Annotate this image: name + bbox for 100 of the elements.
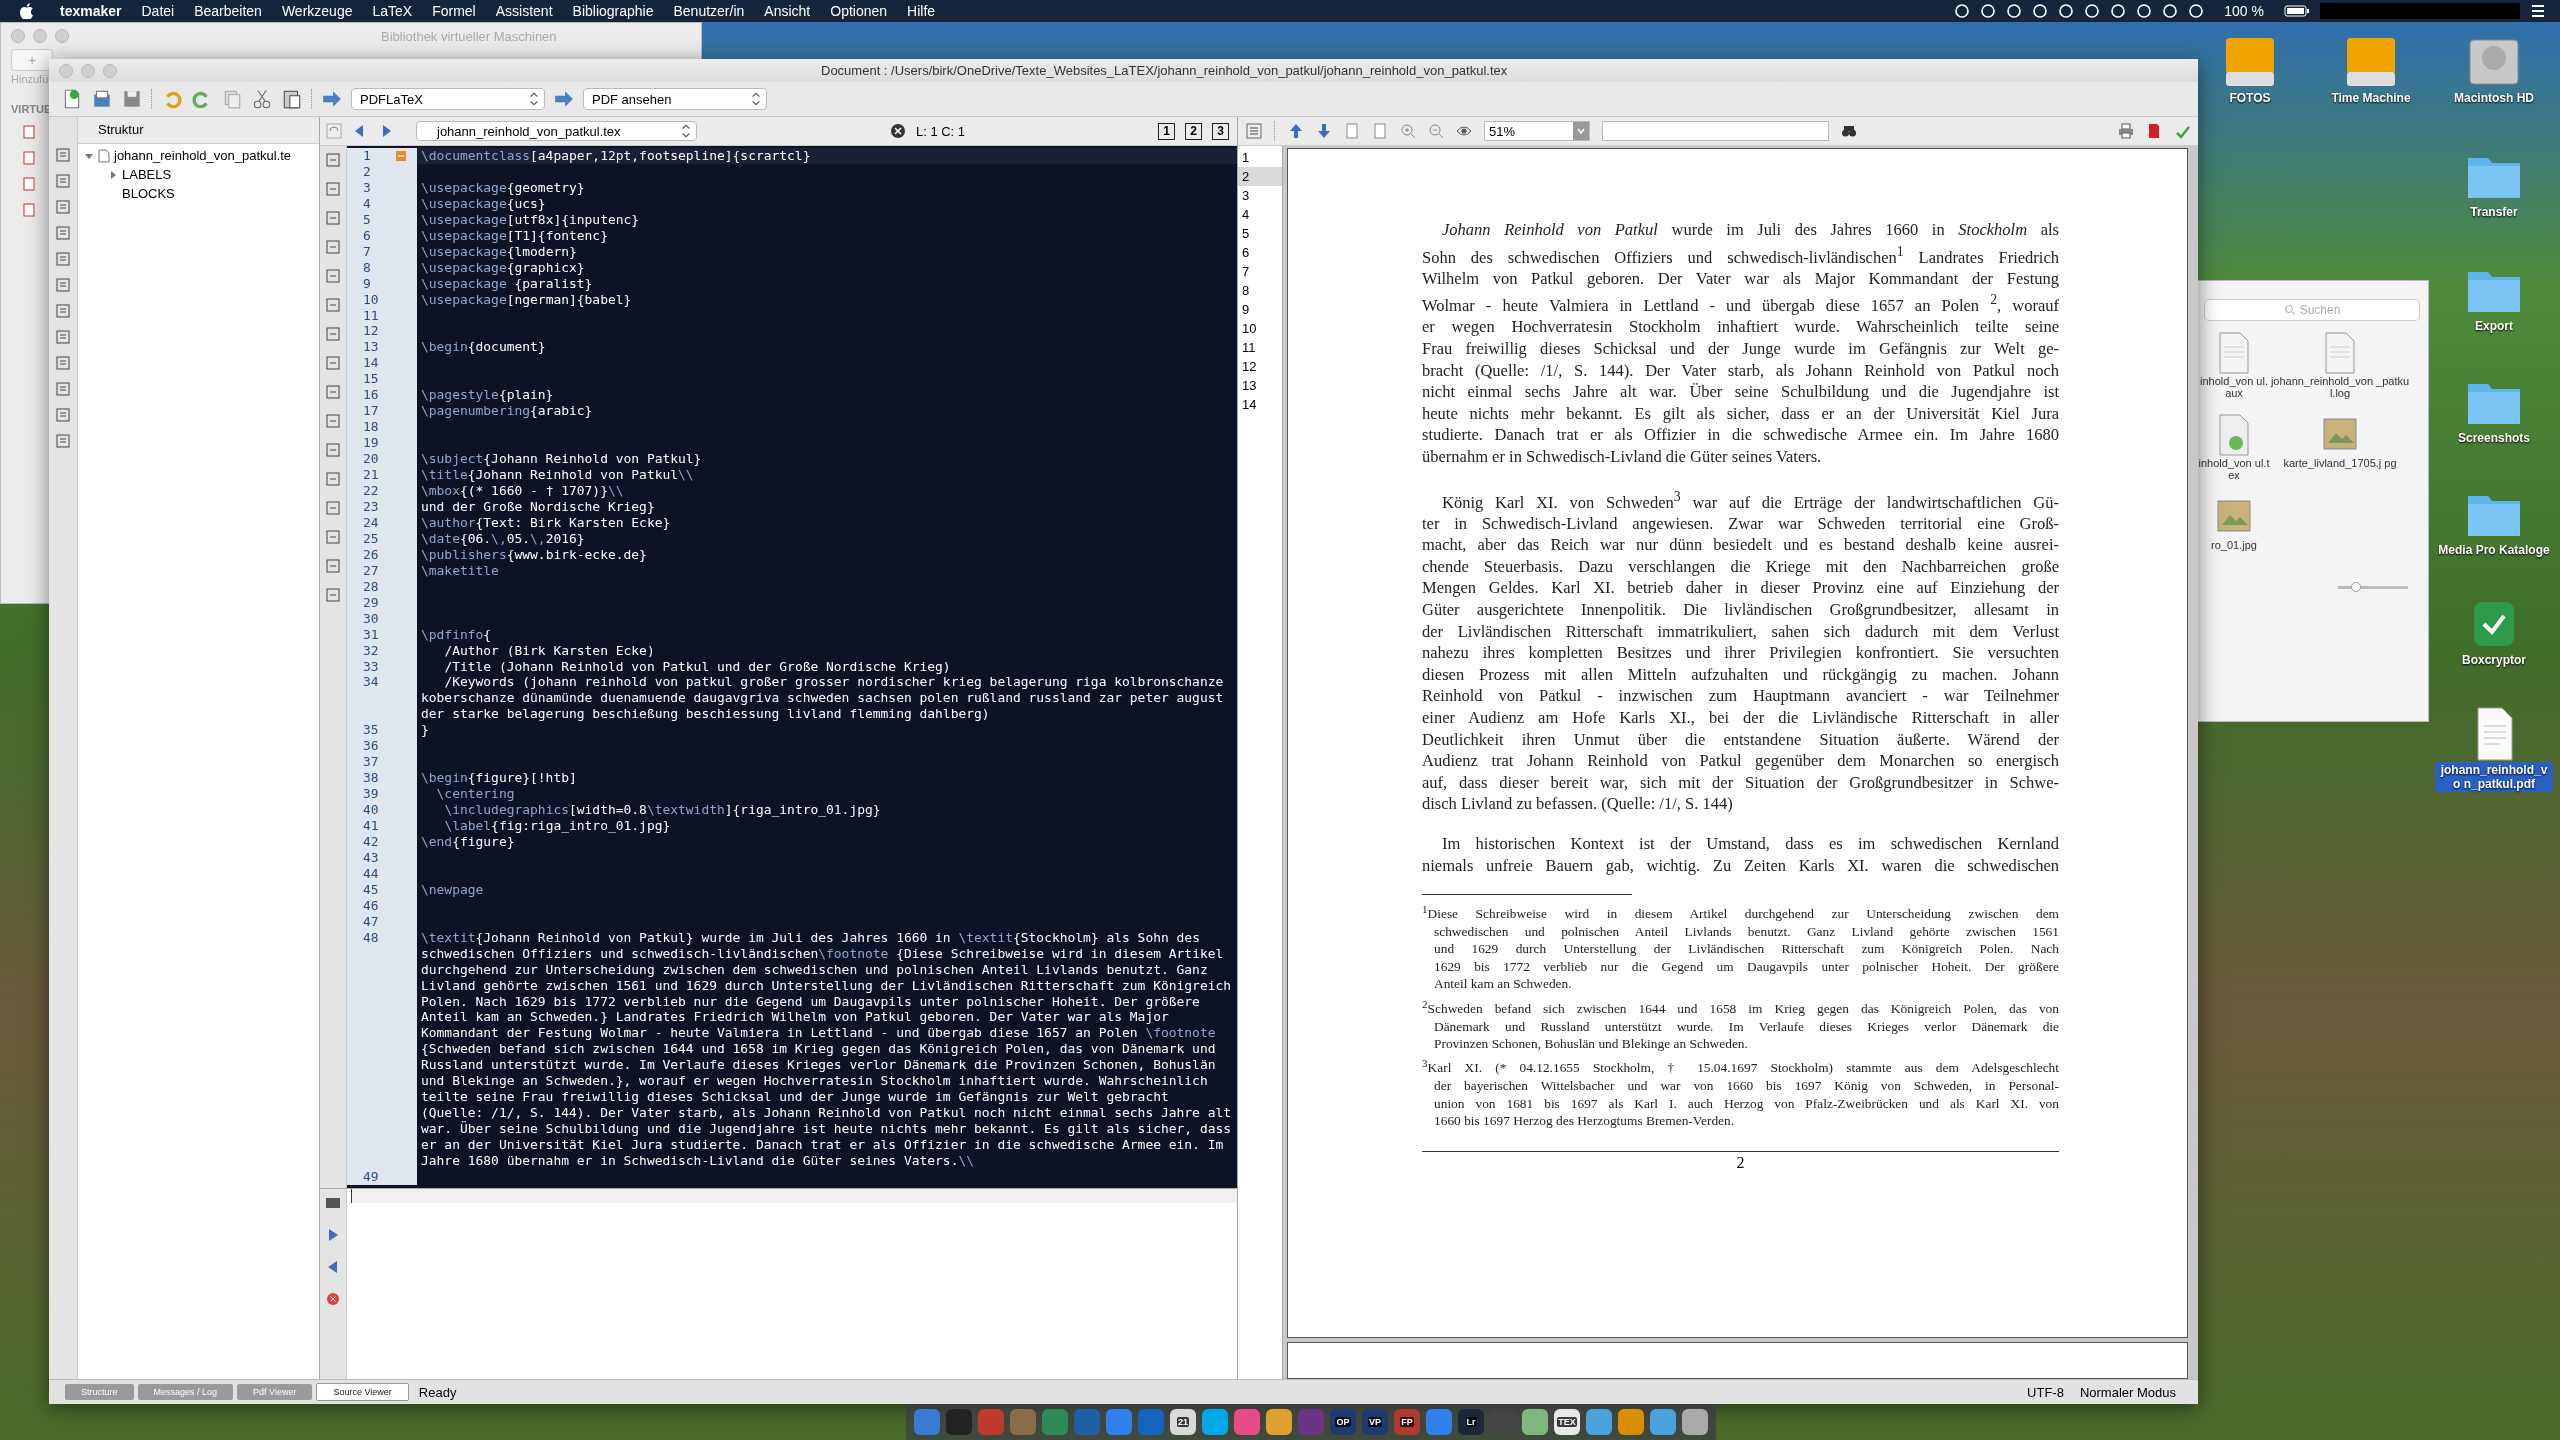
dock-app-icon[interactable] (1618, 1409, 1644, 1435)
desktop-icon-label[interactable]: Transfer (2467, 204, 2521, 220)
window-control-icon[interactable] (55, 29, 69, 43)
latex-tool-icon[interactable] (325, 558, 341, 574)
file-name[interactable]: johann_reinhold_von _patkul.log (2270, 375, 2410, 399)
dock-app-icon[interactable] (914, 1409, 940, 1435)
tree-item[interactable]: johann_reinhold_von_patkul.te (114, 148, 292, 163)
slider-thumb[interactable] (2350, 581, 2361, 592)
expand-arrow-icon[interactable] (108, 169, 118, 180)
page-list-item[interactable]: 7 (1238, 262, 1282, 281)
menu-item[interactable]: Werkzeuge (271, 3, 363, 19)
window-control-icon[interactable] (33, 29, 47, 43)
desktop-icon-label[interactable]: FOTOS (2226, 90, 2274, 106)
close-icon[interactable] (889, 123, 906, 139)
window-control-icon[interactable] (59, 63, 73, 78)
window-control-icon[interactable] (103, 63, 117, 78)
page-list-item[interactable]: 11 (1238, 338, 1282, 357)
build-command-dropdown[interactable]: PDFLaTeX (351, 88, 545, 110)
menu-item[interactable]: LaTeX (362, 3, 423, 19)
dock-app-icon[interactable] (1266, 1409, 1292, 1435)
status-icon[interactable] (2058, 3, 2075, 19)
structure-tool-icon[interactable] (55, 303, 71, 319)
menu-item[interactable]: Ansicht (754, 3, 821, 19)
page-list-item[interactable]: 14 (1238, 395, 1282, 414)
eye-icon[interactable] (1456, 123, 1472, 139)
desktop-icon-label[interactable]: Macintosh HD (2451, 90, 2537, 106)
status-icon[interactable] (2006, 3, 2023, 19)
desktop-icon-label[interactable]: johann_reinhold_vo n_patkul.pdf (2435, 762, 2553, 792)
structure-tool-icon[interactable] (55, 173, 71, 189)
size-slider[interactable] (2338, 581, 2408, 593)
status-icon[interactable] (2084, 3, 2101, 19)
battery-icon[interactable] (2284, 5, 2310, 17)
save-icon[interactable] (121, 88, 143, 110)
apple-logo-icon[interactable] (20, 3, 34, 19)
open-icon[interactable] (91, 88, 113, 110)
panel-tab[interactable]: Source Viewer (316, 1383, 409, 1401)
status-icon[interactable] (1954, 3, 1971, 19)
page-list-item[interactable]: 12 (1238, 357, 1282, 376)
desktop-icon-label[interactable]: Time Machine (2328, 90, 2414, 106)
structure-tool-icon[interactable] (55, 277, 71, 293)
latex-tool-icon[interactable] (325, 442, 341, 458)
latex-tool-icon[interactable] (325, 500, 341, 516)
structure-tool-icon[interactable] (55, 147, 71, 163)
latex-tool-icon[interactable] (325, 268, 341, 284)
dock-app-icon[interactable] (1426, 1409, 1452, 1435)
latex-tool-icon[interactable] (325, 355, 341, 371)
structure-tool-icon[interactable] (55, 381, 71, 397)
menu-item[interactable]: Bibliographie (562, 3, 664, 19)
cut-icon[interactable] (251, 88, 273, 110)
dock-app-icon[interactable]: FP (1394, 1409, 1420, 1435)
latex-tool-icon[interactable] (325, 529, 341, 545)
virtual-machine-icon[interactable] (23, 151, 35, 165)
print-icon[interactable] (2118, 123, 2134, 139)
page-list-item[interactable]: 10 (1238, 319, 1282, 338)
desktop-icon-label[interactable]: Export (2472, 318, 2516, 334)
latex-tool-icon[interactable] (325, 210, 341, 226)
status-icon[interactable] (2110, 3, 2127, 19)
menu-item[interactable]: Hilfe (897, 3, 946, 19)
file-name[interactable]: inhold_von ul.aux (2198, 375, 2270, 399)
file-name[interactable]: ro_01.jpg (2211, 539, 2257, 551)
page-list-item[interactable]: 2 (1238, 167, 1282, 186)
structure-tool-icon[interactable] (55, 407, 71, 423)
view-button[interactable]: 3 (1212, 122, 1229, 140)
page-list-item[interactable]: 9 (1238, 300, 1282, 319)
view-button[interactable]: 1 (1158, 122, 1175, 140)
virtual-machine-icon[interactable] (23, 125, 35, 139)
stop-icon[interactable] (325, 1291, 341, 1307)
window-control-icon[interactable] (81, 63, 95, 78)
dock-app-icon[interactable]: Lr (1458, 1409, 1484, 1435)
status-icon[interactable] (2162, 3, 2179, 19)
latex-tool-icon[interactable] (325, 413, 341, 429)
latex-tool-icon[interactable] (325, 326, 341, 342)
menu-item[interactable]: Benutzer/in (663, 3, 755, 19)
open-file-dropdown[interactable]: johann_reinhold_von_patkul.tex (416, 121, 697, 141)
page-icon[interactable] (1344, 123, 1360, 139)
page-list-item[interactable]: 1 (1238, 148, 1282, 167)
tree-item[interactable]: BLOCKS (122, 186, 175, 201)
virtual-machine-icon[interactable] (23, 203, 35, 217)
page-list-item[interactable]: 13 (1238, 376, 1282, 395)
zoom-in-icon[interactable] (1400, 123, 1416, 139)
structure-tool-icon[interactable] (55, 355, 71, 371)
terminal-icon[interactable] (325, 1195, 341, 1211)
pdf-file-icon[interactable] (2146, 123, 2162, 139)
page-list-item[interactable]: 6 (1238, 243, 1282, 262)
dock-app-icon[interactable]: VP (1362, 1409, 1388, 1435)
structure-tool-icon[interactable] (55, 251, 71, 267)
dock-app-icon[interactable] (1586, 1409, 1612, 1435)
latex-tool-icon[interactable] (325, 471, 341, 487)
dock-app-icon[interactable] (1106, 1409, 1132, 1435)
arrow-up-icon[interactable] (1288, 123, 1304, 139)
dock-app-icon[interactable] (978, 1409, 1004, 1435)
search-field[interactable] (1602, 121, 1829, 141)
dock-app-icon[interactable] (1042, 1409, 1068, 1435)
latex-tool-icon[interactable] (325, 181, 341, 197)
structure-tool-icon[interactable] (55, 199, 71, 215)
status-icon[interactable] (1980, 3, 1997, 19)
dock-app-icon[interactable] (1650, 1409, 1676, 1435)
menu-item[interactable]: Datei (131, 3, 185, 19)
dock-app-icon[interactable] (1234, 1409, 1260, 1435)
fold-marker-icon[interactable] (396, 151, 406, 161)
